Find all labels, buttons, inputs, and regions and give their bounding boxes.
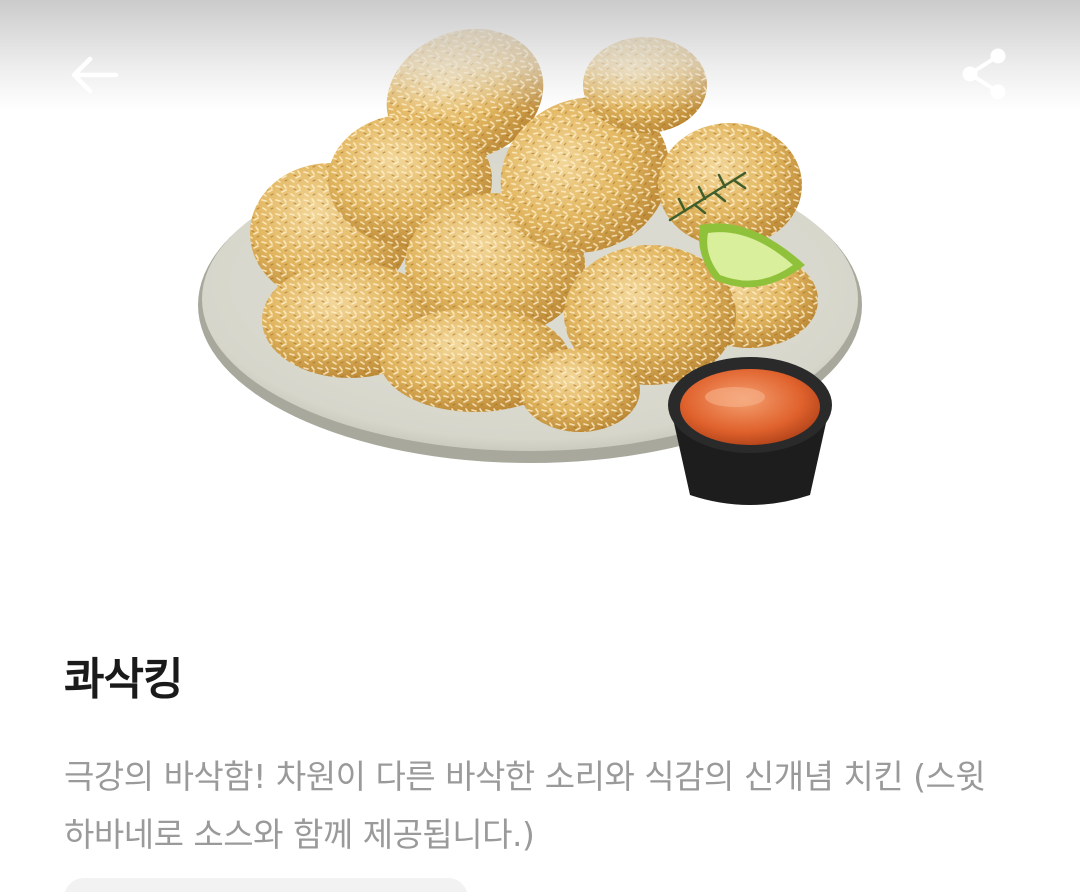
header-gradient <box>0 0 1080 110</box>
product-title: 콰삭킹 <box>64 654 183 705</box>
product-hero <box>0 0 1080 600</box>
option-chip[interactable] <box>64 878 468 892</box>
product-description: 극강의 바삭함! 차원이 다른 바삭한 소리와 식감의 신개념 치킨 (스윗 하… <box>64 757 986 854</box>
arrow-left-icon <box>71 56 119 94</box>
product-detail-screen: 콰삭킹 극강의 바삭함! 차원이 다른 바삭한 소리와 식감의 신개념 치킨 (… <box>0 0 1080 892</box>
back-button[interactable] <box>62 45 126 105</box>
share-button[interactable] <box>952 42 1016 106</box>
share-icon <box>962 48 1006 100</box>
